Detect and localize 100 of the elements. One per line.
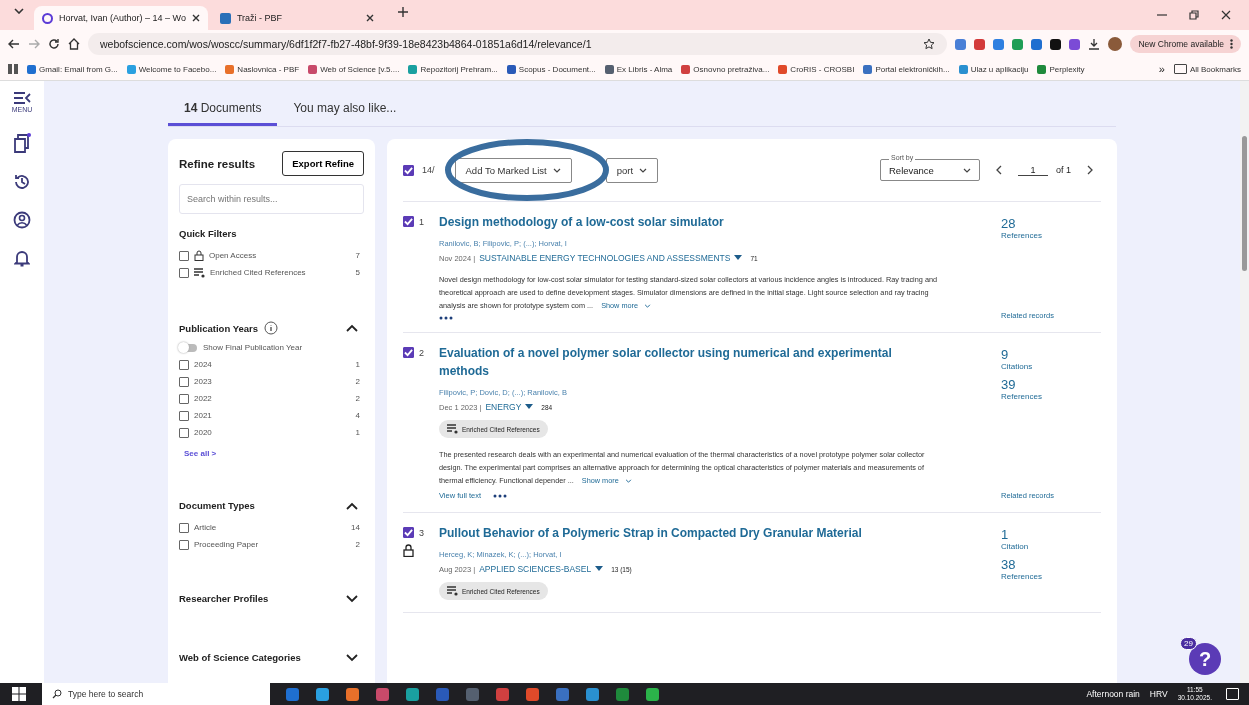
bell-icon[interactable] bbox=[14, 249, 30, 267]
select-all-checkbox[interactable] bbox=[403, 164, 414, 176]
bookmark-link[interactable]: Gmail: Email from G... bbox=[27, 64, 118, 74]
bookmark-link[interactable]: Ulaz u aplikaciju bbox=[958, 64, 1029, 74]
bookmark-link[interactable]: CroRIS - CROSBI bbox=[778, 64, 855, 74]
taskbar-app-icon[interactable] bbox=[586, 687, 599, 701]
checkbox[interactable] bbox=[179, 539, 189, 550]
metric-value-link[interactable]: 9 bbox=[1001, 347, 1101, 362]
export-button[interactable]: port bbox=[605, 157, 659, 183]
checkbox[interactable] bbox=[179, 427, 189, 438]
home-icon[interactable] bbox=[68, 38, 80, 50]
taskbar-app-icon[interactable] bbox=[346, 687, 359, 701]
marked-list-icon[interactable] bbox=[13, 133, 31, 153]
address-bar[interactable]: webofscience.com/wos/woscc/summary/6df1f2f7-fb27-48bf-9f39-18e8423b4864-01851a6d14/relevance/1 bbox=[88, 33, 948, 55]
tab-search-icon[interactable] bbox=[12, 7, 26, 14]
taskbar-app-icon[interactable] bbox=[616, 687, 629, 701]
record-checkbox[interactable] bbox=[403, 527, 414, 538]
taskbar-app-icon[interactable] bbox=[526, 687, 539, 701]
close-icon[interactable] bbox=[191, 14, 200, 22]
bookmark-link[interactable]: Repozitorij Prehram... bbox=[408, 64, 498, 74]
checkbox[interactable] bbox=[179, 359, 189, 370]
record-title-link[interactable]: Evaluation of a novel polymer solar collector using numerical and experimental methods bbox=[439, 344, 939, 380]
metric-value-link[interactable]: 39 bbox=[1001, 377, 1101, 392]
selected-count: 14/ bbox=[422, 165, 435, 175]
taskbar-app-icon[interactable] bbox=[466, 687, 479, 701]
journal-link[interactable]: ENERGY bbox=[485, 402, 522, 412]
export-refine-button[interactable]: Export Refine bbox=[282, 151, 364, 176]
bookmark-link[interactable]: Web of Science [v.5.... bbox=[308, 64, 400, 74]
info-icon[interactable] bbox=[264, 321, 279, 335]
record-checkbox[interactable] bbox=[403, 347, 414, 358]
previous-page-icon[interactable] bbox=[996, 165, 1002, 175]
bookmark-link[interactable]: Osnovno pretraživa... bbox=[681, 64, 770, 74]
search-field[interactable]: Search within results... bbox=[179, 184, 364, 214]
notification-icon[interactable] bbox=[1226, 688, 1239, 700]
add-to-marked-list-button[interactable]: Add To Marked List bbox=[454, 157, 572, 183]
bookmarks-overflow[interactable]: » bbox=[1158, 63, 1165, 75]
back-icon[interactable] bbox=[8, 39, 20, 49]
journal-link[interactable]: SUSTAINABLE ENERGY TECHNOLOGIES AND ASSESSMENTS bbox=[479, 253, 731, 263]
chevron-icon[interactable] bbox=[346, 324, 358, 332]
taskbar-app-icon[interactable] bbox=[436, 687, 449, 701]
bookmark-link[interactable]: Naslovnica - PBF bbox=[225, 64, 300, 74]
chevron-icon[interactable] bbox=[346, 653, 358, 662]
results-tab[interactable]: 14 Documents bbox=[168, 91, 278, 126]
record-checkbox[interactable] bbox=[403, 216, 414, 227]
bookmark-link[interactable]: Portal elektroničkih... bbox=[863, 64, 950, 74]
chevron-icon[interactable] bbox=[346, 594, 358, 603]
restore-icon[interactable] bbox=[1189, 10, 1199, 20]
bookmark-star-icon[interactable] bbox=[923, 38, 936, 50]
checkbox[interactable] bbox=[179, 267, 189, 278]
update-button[interactable]: New Chrome available bbox=[1130, 34, 1241, 54]
checkbox[interactable] bbox=[179, 250, 189, 261]
checkbox[interactable] bbox=[179, 376, 189, 387]
windows-start-icon[interactable] bbox=[12, 687, 26, 701]
all-bookmarks-link[interactable]: All Bookmarks bbox=[1173, 64, 1241, 74]
language-indicator[interactable]: HRV bbox=[1149, 689, 1168, 699]
scrollbar[interactable] bbox=[1240, 81, 1249, 683]
taskbar-app-icon[interactable] bbox=[556, 687, 569, 701]
more-options-icon[interactable] bbox=[439, 316, 453, 320]
toggle-switch[interactable] bbox=[179, 343, 197, 352]
reload-icon[interactable] bbox=[48, 38, 60, 50]
results-tab[interactable]: You may also like... bbox=[277, 91, 413, 126]
taskbar-app-icon[interactable] bbox=[496, 687, 509, 701]
metric-value-link[interactable]: 1 bbox=[1001, 527, 1101, 542]
caret-icon[interactable] bbox=[525, 404, 534, 410]
record-number: 1 bbox=[419, 216, 424, 227]
next-page-icon[interactable] bbox=[1087, 165, 1093, 175]
see-all-link[interactable]: See all > bbox=[184, 449, 217, 458]
record-title-link[interactable]: Pullout Behavior of a Polymeric Strap in Compacted Dry Granular Material bbox=[439, 524, 939, 542]
avatar-icon[interactable] bbox=[1108, 37, 1123, 51]
bookmark-link[interactable]: Welcome to Facebo... bbox=[126, 64, 217, 74]
page-field[interactable]: 1 bbox=[1018, 164, 1048, 176]
taskbar-app-icon[interactable] bbox=[646, 687, 659, 701]
more-options-icon[interactable] bbox=[1230, 39, 1233, 50]
profile-icon[interactable] bbox=[13, 211, 31, 229]
record-title-link[interactable]: Design methodology of a low-cost solar simulator bbox=[439, 213, 939, 231]
taskbar-app-icon[interactable] bbox=[286, 687, 299, 701]
metric-value-link[interactable]: 38 bbox=[1001, 557, 1101, 572]
taskbar-app-icon[interactable] bbox=[406, 687, 419, 701]
bookmark-link[interactable]: Scopus - Document... bbox=[506, 64, 596, 74]
browser-tab[interactable]: Horvat, Ivan (Author) – 14 – Wo bbox=[34, 6, 208, 30]
close-icon[interactable] bbox=[1221, 10, 1231, 20]
taskbar-search-field[interactable]: Type here to search bbox=[42, 683, 270, 705]
close-icon[interactable] bbox=[365, 14, 374, 22]
checkbox[interactable] bbox=[179, 522, 189, 533]
journal-link[interactable]: APPLIED SCIENCES-BASEL bbox=[479, 564, 592, 574]
bookmark-link[interactable]: Perplexity bbox=[1037, 64, 1085, 74]
caret-icon[interactable] bbox=[734, 255, 743, 261]
bookmark-link[interactable]: Ex Libris - Alma bbox=[604, 64, 673, 74]
download-icon[interactable] bbox=[1088, 38, 1101, 50]
caret-icon[interactable] bbox=[595, 566, 604, 572]
metric-value-link[interactable]: 28 bbox=[1001, 216, 1101, 231]
browser-tab[interactable]: Traži - PBF bbox=[211, 6, 382, 30]
taskbar-app-icon[interactable] bbox=[376, 687, 389, 701]
more-options-icon[interactable] bbox=[492, 493, 507, 498]
history-icon[interactable] bbox=[13, 173, 31, 191]
taskbar-app-icon[interactable] bbox=[316, 687, 329, 701]
checkbox[interactable] bbox=[179, 410, 189, 421]
checkbox[interactable] bbox=[179, 393, 189, 404]
extension-icon[interactable] bbox=[1050, 38, 1062, 50]
chevron-icon[interactable] bbox=[346, 501, 358, 510]
